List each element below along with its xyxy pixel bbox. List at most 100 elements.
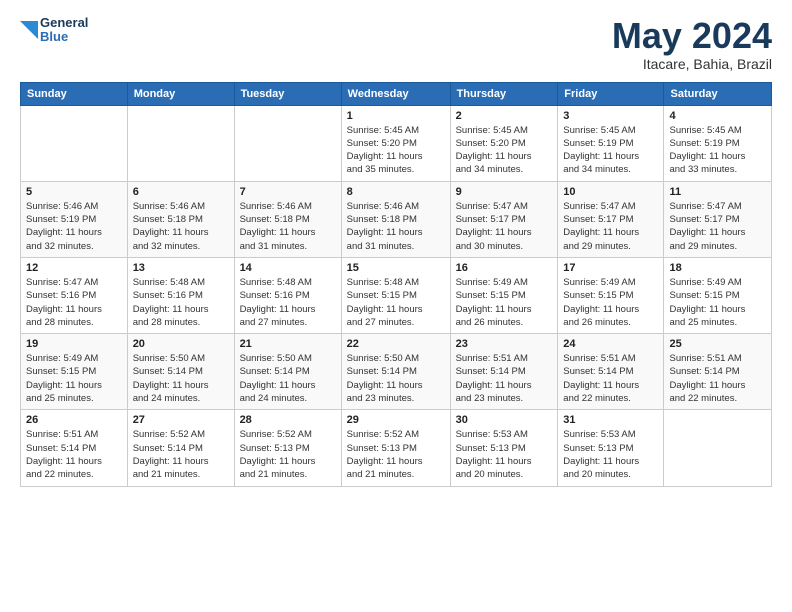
day-number: 16 <box>456 262 553 274</box>
calendar-header: Sunday Monday Tuesday Wednesday Thursday… <box>21 82 772 105</box>
calendar-body: 1 Sunrise: 5:45 AM Sunset: 5:20 PM Daylig… <box>21 105 772 486</box>
calendar-table: Sunday Monday Tuesday Wednesday Thursday… <box>20 82 772 487</box>
table-cell: 6 Sunrise: 5:46 AM Sunset: 5:18 PM Daylig… <box>127 181 234 257</box>
col-saturday: Saturday <box>664 82 772 105</box>
day-info: Sunrise: 5:48 AM Sunset: 5:15 PM Dayligh… <box>347 276 445 329</box>
day-number: 21 <box>240 338 336 350</box>
day-info: Sunrise: 5:46 AM Sunset: 5:18 PM Dayligh… <box>347 200 445 253</box>
day-info: Sunrise: 5:45 AM Sunset: 5:20 PM Dayligh… <box>456 124 553 177</box>
day-info: Sunrise: 5:48 AM Sunset: 5:16 PM Dayligh… <box>240 276 336 329</box>
table-cell <box>21 105 128 181</box>
col-sunday: Sunday <box>21 82 128 105</box>
table-cell: 8 Sunrise: 5:46 AM Sunset: 5:18 PM Daylig… <box>341 181 450 257</box>
day-info: Sunrise: 5:49 AM Sunset: 5:15 PM Dayligh… <box>669 276 766 329</box>
table-cell <box>664 410 772 486</box>
table-cell: 14 Sunrise: 5:48 AM Sunset: 5:16 PM Dayli… <box>234 257 341 333</box>
week-row-4: 19Sunrise: 5:49 AM Sunset: 5:15 PM Dayli… <box>21 334 772 410</box>
day-number: 30 <box>456 414 553 426</box>
table-cell: 1Sunrise: 5:45 AM Sunset: 5:20 PM Daylig… <box>341 105 450 181</box>
page: General Blue May 2024 Itacare, Bahia, Br… <box>0 0 792 503</box>
day-number: 17 <box>563 262 658 274</box>
table-cell: 18 Sunrise: 5:49 AM Sunset: 5:15 PM Dayli… <box>664 257 772 333</box>
day-number: 1 <box>347 110 445 122</box>
table-cell: 12Sunrise: 5:47 AM Sunset: 5:16 PM Dayli… <box>21 257 128 333</box>
header-row: Sunday Monday Tuesday Wednesday Thursday… <box>21 82 772 105</box>
table-cell: 29 Sunrise: 5:52 AM Sunset: 5:13 PM Dayli… <box>341 410 450 486</box>
week-row-2: 5 Sunrise: 5:46 AM Sunset: 5:19 PM Daylig… <box>21 181 772 257</box>
day-info: Sunrise: 5:46 AM Sunset: 5:19 PM Dayligh… <box>26 200 122 253</box>
table-cell <box>127 105 234 181</box>
day-info: Sunrise: 5:52 AM Sunset: 5:13 PM Dayligh… <box>347 428 445 481</box>
day-info: Sunrise: 5:47 AM Sunset: 5:17 PM Dayligh… <box>456 200 553 253</box>
day-info: Sunrise: 5:50 AM Sunset: 5:14 PM Dayligh… <box>240 352 336 405</box>
week-row-3: 12Sunrise: 5:47 AM Sunset: 5:16 PM Dayli… <box>21 257 772 333</box>
day-number: 29 <box>347 414 445 426</box>
day-info: Sunrise: 5:50 AM Sunset: 5:14 PM Dayligh… <box>347 352 445 405</box>
logo: General Blue <box>20 16 88 45</box>
table-cell: 11Sunrise: 5:47 AM Sunset: 5:17 PM Dayli… <box>664 181 772 257</box>
table-cell: 9 Sunrise: 5:47 AM Sunset: 5:17 PM Daylig… <box>450 181 558 257</box>
table-cell: 7Sunrise: 5:46 AM Sunset: 5:18 PM Daylig… <box>234 181 341 257</box>
col-monday: Monday <box>127 82 234 105</box>
day-info: Sunrise: 5:51 AM Sunset: 5:14 PM Dayligh… <box>669 352 766 405</box>
day-info: Sunrise: 5:51 AM Sunset: 5:14 PM Dayligh… <box>456 352 553 405</box>
day-number: 24 <box>563 338 658 350</box>
location-subtitle: Itacare, Bahia, Brazil <box>612 56 772 72</box>
day-info: Sunrise: 5:45 AM Sunset: 5:19 PM Dayligh… <box>563 124 658 177</box>
day-info: Sunrise: 5:51 AM Sunset: 5:14 PM Dayligh… <box>563 352 658 405</box>
day-info: Sunrise: 5:50 AM Sunset: 5:14 PM Dayligh… <box>133 352 229 405</box>
table-cell: 24 Sunrise: 5:51 AM Sunset: 5:14 PM Dayli… <box>558 334 664 410</box>
day-number: 4 <box>669 110 766 122</box>
day-info: Sunrise: 5:49 AM Sunset: 5:15 PM Dayligh… <box>456 276 553 329</box>
day-number: 31 <box>563 414 658 426</box>
table-cell: 5 Sunrise: 5:46 AM Sunset: 5:19 PM Daylig… <box>21 181 128 257</box>
day-number: 6 <box>133 186 229 198</box>
day-info: Sunrise: 5:45 AM Sunset: 5:19 PM Dayligh… <box>669 124 766 177</box>
table-cell: 3 Sunrise: 5:45 AM Sunset: 5:19 PM Daylig… <box>558 105 664 181</box>
day-number: 7 <box>240 186 336 198</box>
day-number: 2 <box>456 110 553 122</box>
table-cell: 19Sunrise: 5:49 AM Sunset: 5:15 PM Dayli… <box>21 334 128 410</box>
day-info: Sunrise: 5:53 AM Sunset: 5:13 PM Dayligh… <box>456 428 553 481</box>
day-number: 8 <box>347 186 445 198</box>
day-info: Sunrise: 5:49 AM Sunset: 5:15 PM Dayligh… <box>563 276 658 329</box>
day-number: 18 <box>669 262 766 274</box>
logo-text: General Blue <box>40 16 88 45</box>
day-info: Sunrise: 5:48 AM Sunset: 5:16 PM Dayligh… <box>133 276 229 329</box>
day-info: Sunrise: 5:46 AM Sunset: 5:18 PM Dayligh… <box>133 200 229 253</box>
day-info: Sunrise: 5:52 AM Sunset: 5:13 PM Dayligh… <box>240 428 336 481</box>
table-cell: 22Sunrise: 5:50 AM Sunset: 5:14 PM Dayli… <box>341 334 450 410</box>
col-friday: Friday <box>558 82 664 105</box>
day-number: 12 <box>26 262 122 274</box>
table-cell <box>234 105 341 181</box>
day-number: 5 <box>26 186 122 198</box>
table-cell: 26Sunrise: 5:51 AM Sunset: 5:14 PM Dayli… <box>21 410 128 486</box>
table-cell: 10 Sunrise: 5:47 AM Sunset: 5:17 PM Dayli… <box>558 181 664 257</box>
day-number: 13 <box>133 262 229 274</box>
table-cell: 31Sunrise: 5:53 AM Sunset: 5:13 PM Dayli… <box>558 410 664 486</box>
table-cell: 20Sunrise: 5:50 AM Sunset: 5:14 PM Dayli… <box>127 334 234 410</box>
day-number: 19 <box>26 338 122 350</box>
table-cell: 25 Sunrise: 5:51 AM Sunset: 5:14 PM Dayli… <box>664 334 772 410</box>
day-number: 25 <box>669 338 766 350</box>
table-cell: 4 Sunrise: 5:45 AM Sunset: 5:19 PM Daylig… <box>664 105 772 181</box>
title-block: May 2024 Itacare, Bahia, Brazil <box>612 16 772 72</box>
table-cell: 28Sunrise: 5:52 AM Sunset: 5:13 PM Dayli… <box>234 410 341 486</box>
day-info: Sunrise: 5:47 AM Sunset: 5:17 PM Dayligh… <box>563 200 658 253</box>
table-cell: 15Sunrise: 5:48 AM Sunset: 5:15 PM Dayli… <box>341 257 450 333</box>
day-number: 11 <box>669 186 766 198</box>
day-number: 3 <box>563 110 658 122</box>
table-cell: 27Sunrise: 5:52 AM Sunset: 5:14 PM Dayli… <box>127 410 234 486</box>
day-number: 9 <box>456 186 553 198</box>
day-number: 23 <box>456 338 553 350</box>
week-row-5: 26Sunrise: 5:51 AM Sunset: 5:14 PM Dayli… <box>21 410 772 486</box>
table-cell: 13 Sunrise: 5:48 AM Sunset: 5:16 PM Dayli… <box>127 257 234 333</box>
day-number: 26 <box>26 414 122 426</box>
col-thursday: Thursday <box>450 82 558 105</box>
day-number: 10 <box>563 186 658 198</box>
day-number: 14 <box>240 262 336 274</box>
logo-line2: Blue <box>40 30 88 44</box>
day-number: 27 <box>133 414 229 426</box>
header: General Blue May 2024 Itacare, Bahia, Br… <box>20 16 772 72</box>
table-cell: 23 Sunrise: 5:51 AM Sunset: 5:14 PM Dayli… <box>450 334 558 410</box>
